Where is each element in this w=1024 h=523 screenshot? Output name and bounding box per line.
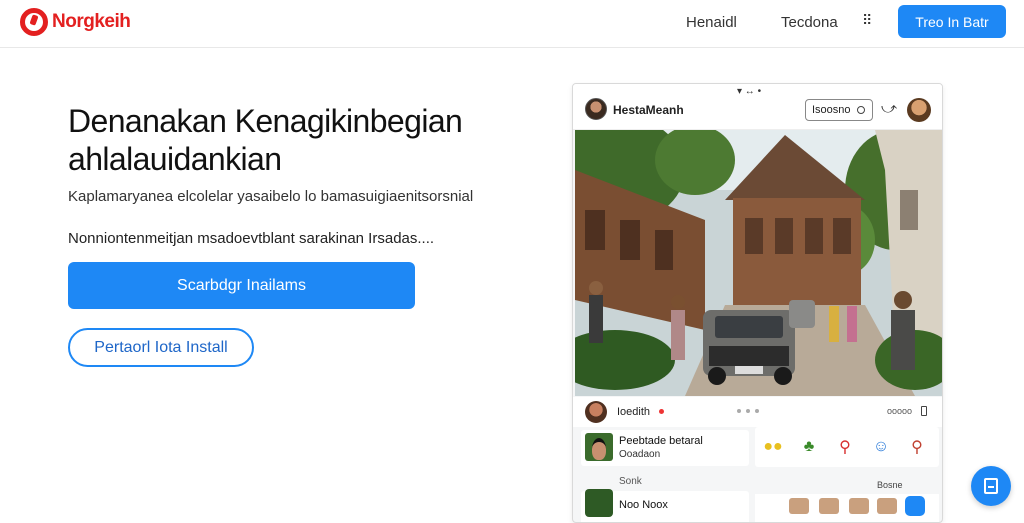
top-navigation-bar: Norgkeih Henaidl Tecdona ⠿ Treo In Batr bbox=[0, 0, 1024, 48]
primary-cta-button[interactable]: Scarbdgr Inailams bbox=[68, 262, 415, 309]
location-pin-icon[interactable] bbox=[905, 496, 925, 516]
card-thumbnail bbox=[585, 489, 613, 517]
hero-title: Denanakan Kenagikinbegian ahlalauidankia… bbox=[68, 103, 463, 177]
post-author-name[interactable]: Ioedith bbox=[617, 406, 650, 418]
drumstick-sticker-icon[interactable]: ⚲ bbox=[831, 433, 859, 461]
app-preview-mockup: ▾ ↔ • HestaMeanh Isoosno ⤻ Ioedith ooooo… bbox=[572, 83, 943, 523]
nav-link-2[interactable]: Tecdona bbox=[781, 14, 838, 31]
card-thumbnail bbox=[585, 433, 613, 461]
live-indicator-icon bbox=[659, 409, 664, 414]
list-item[interactable]: Peebtade betaral Ooadaon bbox=[581, 430, 749, 466]
sticker-row: ●● ♣ ⚲ ☺ ⚲ bbox=[755, 427, 939, 467]
avatar[interactable] bbox=[585, 401, 607, 423]
document-icon bbox=[984, 478, 998, 494]
search-icon bbox=[856, 106, 865, 114]
bookmark-icon[interactable] bbox=[921, 406, 927, 416]
card-title: Noo Noox bbox=[619, 499, 668, 511]
grid-dots-icon[interactable]: ⠿ bbox=[862, 12, 872, 29]
carousel-pager[interactable] bbox=[737, 409, 759, 413]
lemons-sticker-icon[interactable]: ●● bbox=[759, 433, 787, 461]
mock-search-label: Isoosno bbox=[812, 104, 851, 116]
mock-search-field[interactable]: Isoosno bbox=[805, 99, 873, 121]
avatar[interactable] bbox=[585, 98, 607, 120]
right-section-label: Bosne bbox=[877, 480, 903, 490]
post-bar: Ioedith ooooo bbox=[573, 397, 942, 427]
nav-link-1[interactable]: Henaidl bbox=[686, 14, 737, 31]
list-item[interactable]: Noo Noox bbox=[581, 489, 749, 522]
logo-text: Norgkeih bbox=[52, 11, 131, 32]
spoon-sticker-icon[interactable]: ⚲ bbox=[903, 433, 931, 461]
floating-action-button[interactable] bbox=[971, 466, 1011, 506]
street-scene-photo bbox=[575, 130, 942, 396]
card-title: Peebtade betaral bbox=[619, 435, 703, 447]
hero-description: Nonniontenmeitjan msadoevtblant sarakina… bbox=[68, 230, 435, 247]
card-subtitle: Ooadaon bbox=[619, 449, 661, 460]
share-icon[interactable]: ⤻ bbox=[881, 100, 897, 117]
mock-app-title: HestaMeanh bbox=[613, 103, 684, 117]
character-sticker-icon[interactable]: ☺ bbox=[867, 433, 895, 461]
photo-strip bbox=[755, 494, 939, 522]
hero-subtitle: Kaplamaryanea elcolelar yasaibelo lo bam… bbox=[68, 188, 474, 205]
section-label: Sonk bbox=[619, 476, 642, 487]
secondary-install-button[interactable]: Pertaorl Iota Install bbox=[68, 328, 254, 367]
brand-logo[interactable]: Norgkeih bbox=[20, 8, 131, 36]
header-cta-button[interactable]: Treo In Batr bbox=[898, 5, 1006, 38]
user-avatar[interactable] bbox=[907, 98, 931, 122]
logo-icon bbox=[20, 8, 48, 36]
mock-app-header: ▾ ↔ • HestaMeanh Isoosno ⤻ bbox=[573, 84, 942, 130]
post-meta: ooooo bbox=[887, 406, 913, 416]
mock-status-icons: ▾ ↔ • bbox=[737, 86, 762, 97]
plant-sticker-icon[interactable]: ♣ bbox=[795, 433, 823, 461]
photo-illustration bbox=[575, 130, 942, 396]
